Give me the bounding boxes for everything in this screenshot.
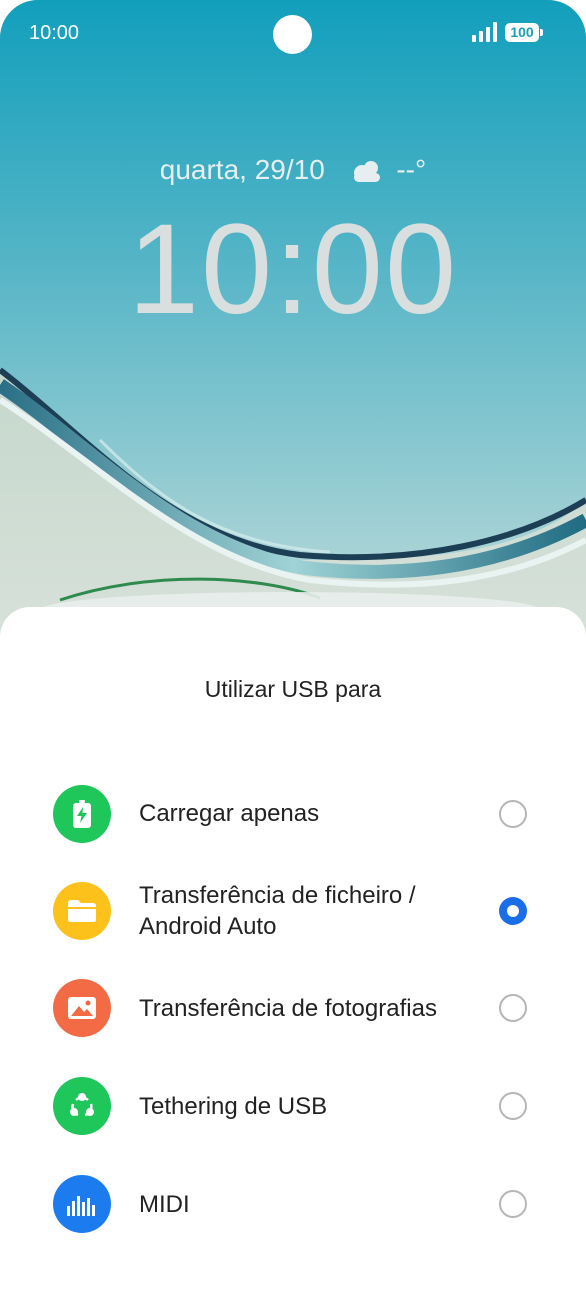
status-time: 10:00 <box>29 22 80 44</box>
battery-icon: 100 <box>505 23 539 42</box>
usb-option-label: Carregar apenas <box>139 800 320 827</box>
usb-option-label: Tethering de USB <box>139 1093 328 1120</box>
sheet-title: Utilizar USB para <box>204 676 382 702</box>
temperature: --° <box>396 154 427 185</box>
usb-option-photo-transfer[interactable]: Transferência de fotografias <box>0 969 586 1049</box>
front-camera-cutout <box>273 15 312 54</box>
cloud-icon <box>353 161 380 182</box>
radio-button[interactable] <box>499 1092 527 1120</box>
battery-charging-icon <box>53 785 111 843</box>
battery-tip <box>540 29 543 36</box>
lock-date: quarta, 29/10 <box>159 154 325 185</box>
usb-option-midi[interactable]: MIDI <box>0 1164 586 1244</box>
usb-option-file-transfer[interactable]: Transferência de ficheiro / Android Auto <box>0 872 586 952</box>
folder-icon <box>53 882 111 940</box>
radio-button[interactable] <box>499 994 527 1022</box>
usb-option-label: Transferência de ficheiro / Android Auto <box>139 882 416 940</box>
usb-option-label: MIDI <box>139 1191 190 1218</box>
radio-button-selected[interactable] <box>499 897 527 925</box>
usb-option-tethering[interactable]: Tethering de USB <box>0 1067 586 1147</box>
usb-option-label: Transferência de fotografias <box>139 995 437 1022</box>
radio-button[interactable] <box>499 800 527 828</box>
signal-bars-icon <box>472 22 497 42</box>
equalizer-icon <box>53 1175 111 1233</box>
radio-button[interactable] <box>499 1190 527 1218</box>
lock-date-row: quarta, 29/10 --° <box>0 154 586 186</box>
share-nodes-icon <box>53 1077 111 1135</box>
phone-screen: 10:00 100 quarta, 29/10 --° 10:00 Utiliz… <box>0 0 586 1305</box>
usb-options-sheet: Utilizar USB para Carregar apenas Transf… <box>0 607 586 1305</box>
image-icon <box>53 979 111 1037</box>
status-bar: 10:00 100 <box>0 0 586 66</box>
usb-option-charge[interactable]: Carregar apenas <box>0 774 586 854</box>
lock-clock: 10:00 <box>127 198 459 341</box>
